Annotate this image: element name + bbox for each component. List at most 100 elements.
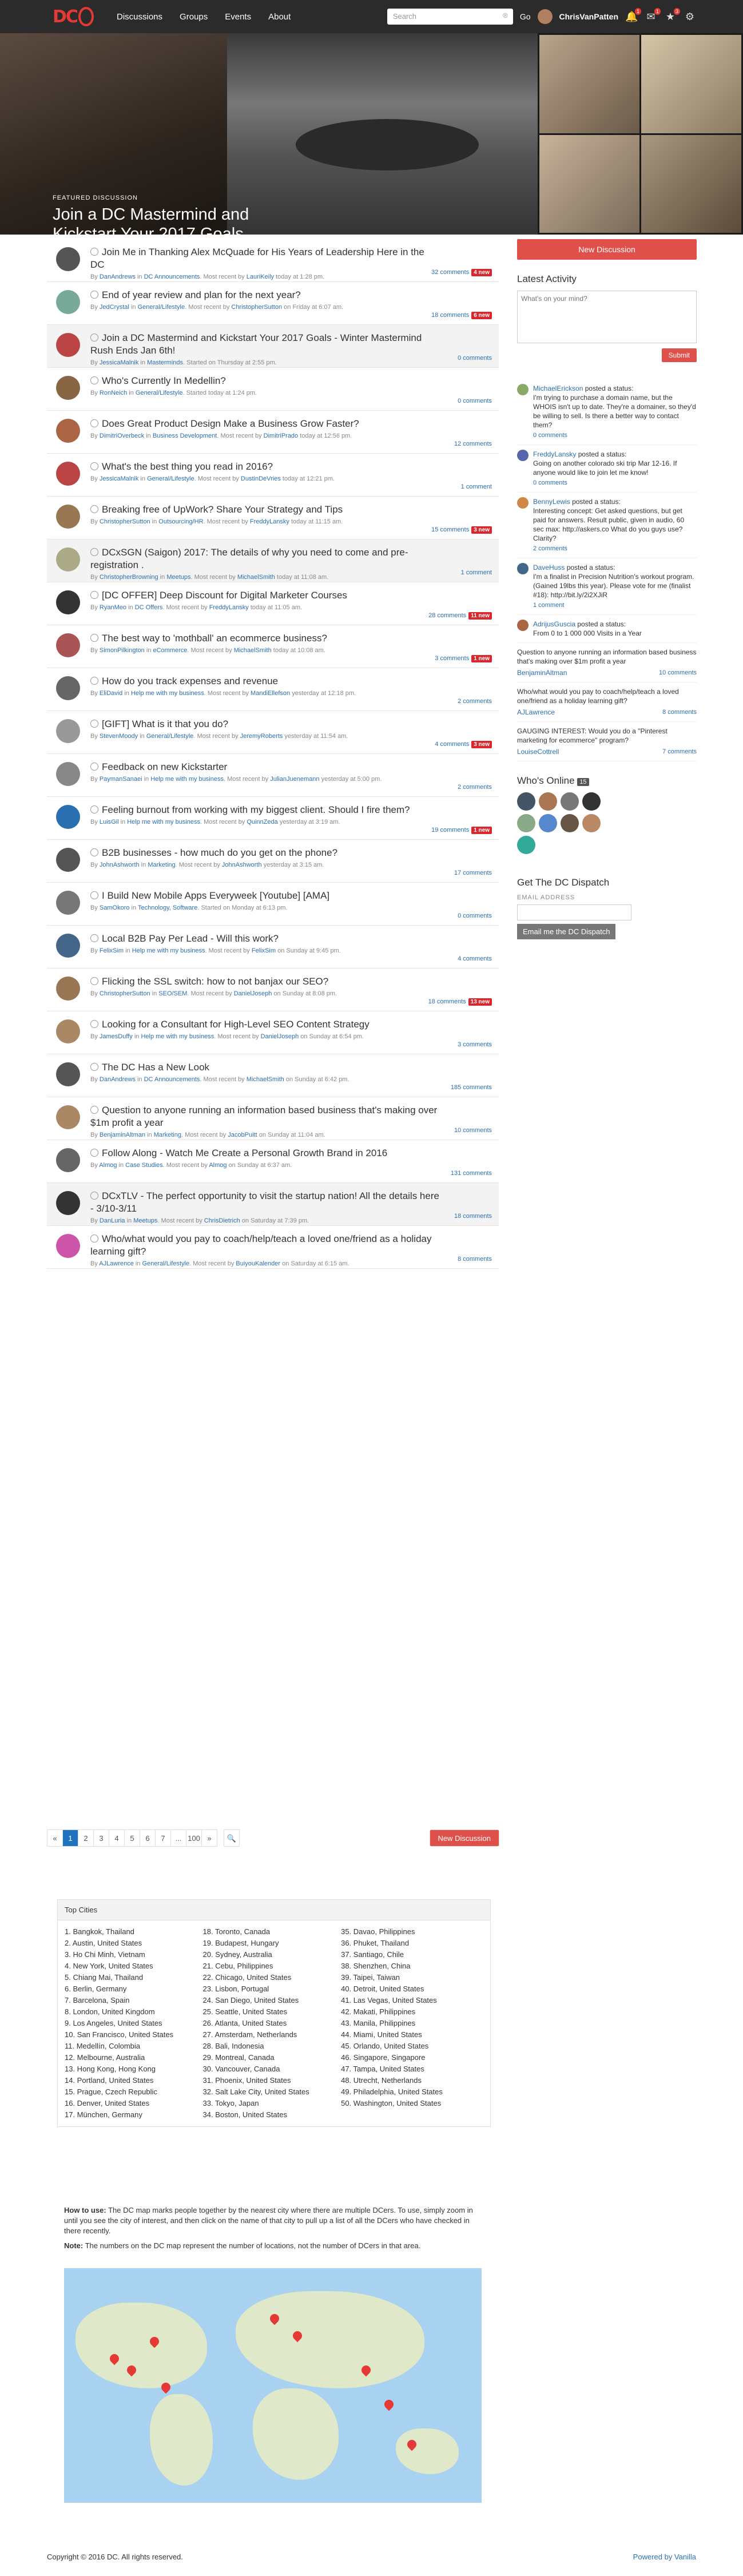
hero-title[interactable]: Join a DC Mastermind and Kickstart Your … <box>53 205 259 244</box>
author-link[interactable]: SimonPilkington <box>100 647 145 654</box>
discussion-title[interactable]: DCxSGN (Saigon) 2017: The details of why… <box>90 546 492 571</box>
city-item[interactable]: 6. Berlin, Germany <box>65 1983 203 1995</box>
discussion-title[interactable]: Who's Currently In Medellin? <box>90 375 492 387</box>
avatar[interactable] <box>56 1148 80 1172</box>
avatar[interactable] <box>56 1105 80 1129</box>
discussion-row[interactable]: End of year review and plan for the next… <box>47 282 499 325</box>
comment-count[interactable]: 0 comments <box>458 912 492 919</box>
avatar[interactable] <box>517 563 529 574</box>
avatar[interactable] <box>517 836 535 854</box>
city-item[interactable]: 27. Amsterdam, Netherlands <box>203 2029 341 2041</box>
search-input[interactable]: Search ⊗ <box>387 9 513 25</box>
city-item[interactable]: 20. Sydney, Australia <box>203 1949 341 1960</box>
city-item[interactable]: 34. Boston, United States <box>203 2109 341 2121</box>
city-item[interactable]: 8. London, United Kingdom <box>65 2006 203 2018</box>
clear-search-icon[interactable]: ⊗ <box>502 11 508 20</box>
avatar[interactable] <box>56 419 80 443</box>
category-link[interactable]: Meetups <box>133 1217 157 1224</box>
recent-link[interactable]: ChrisDietrich <box>204 1217 240 1224</box>
discussion-title[interactable]: Join Me in Thanking Alex McQuade for His… <box>90 246 492 271</box>
city-item[interactable]: 3. Ho Chi Minh, Vietnam <box>65 1949 203 1960</box>
category-link[interactable]: Marketing <box>154 1132 181 1138</box>
discussion-title[interactable]: Flicking the SSL switch: how to not banj… <box>90 975 492 988</box>
avatar[interactable] <box>582 792 601 811</box>
discussion-title[interactable]: How do you track expenses and revenue <box>90 675 492 688</box>
recent-link[interactable]: DanielJoseph <box>234 990 272 997</box>
author-link[interactable]: LuisGil <box>100 819 119 825</box>
city-item[interactable]: 28. Bali, Indonesia <box>203 2041 341 2052</box>
activity-user[interactable]: FreddyLansky <box>533 450 576 458</box>
author-link[interactable]: BenjaminAltman <box>100 1132 145 1138</box>
author-link[interactable]: ChristopherBrowning <box>100 574 158 581</box>
discussion-row[interactable]: Feeling burnout from working with my big… <box>47 797 499 840</box>
new-discussion-button[interactable]: New Discussion <box>517 239 697 260</box>
category-link[interactable]: Case Studies <box>125 1162 162 1169</box>
city-item[interactable]: 30. Vancouver, Canada <box>203 2063 341 2075</box>
city-item[interactable]: 22. Chicago, United States <box>203 1972 341 1983</box>
city-item[interactable]: 37. Santiago, Chile <box>341 1949 479 1960</box>
go-button[interactable]: Go <box>520 12 531 21</box>
avatar[interactable] <box>56 719 80 743</box>
discussion-row[interactable]: Join a DC Mastermind and Kickstart Your … <box>47 325 499 368</box>
city-item[interactable]: 12. Melbourne, Australia <box>65 2052 203 2063</box>
city-item[interactable]: 49. Philadelphia, United States <box>341 2086 479 2098</box>
recent-link[interactable]: JohnAshworth <box>222 862 262 868</box>
recent-link[interactable]: FelixSim <box>252 947 276 954</box>
city-item[interactable]: 14. Portland, United States <box>65 2075 203 2086</box>
discussion-title[interactable]: Follow Along - Watch Me Create a Persona… <box>90 1147 492 1160</box>
page-link[interactable]: « <box>47 1829 63 1847</box>
avatar[interactable] <box>539 792 557 811</box>
question-item[interactable]: GAUGING INTEREST: Would you do a "Pinter… <box>517 722 697 761</box>
recent-link[interactable]: FreddyLansky <box>209 604 249 611</box>
dc-logo[interactable]: DC <box>53 5 94 28</box>
avatar[interactable] <box>56 762 80 786</box>
recent-link[interactable]: MichaelSmith <box>247 1076 284 1083</box>
discussion-row[interactable]: DCxSGN (Saigon) 2017: The details of why… <box>47 539 499 582</box>
comment-count[interactable]: 1 comment <box>461 569 492 576</box>
comment-count[interactable]: 2 comments <box>458 784 492 791</box>
dc-world-map[interactable] <box>64 2268 482 2503</box>
comment-count[interactable]: 4 comments <box>458 955 492 962</box>
discussion-row[interactable]: Looking for a Consultant for High-Level … <box>47 1011 499 1054</box>
author-link[interactable]: JessicaMalnik <box>100 359 138 366</box>
comment-count[interactable]: 18 comments 13 new <box>428 998 492 1006</box>
discussion-row[interactable]: How do you track expenses and revenue By… <box>47 668 499 711</box>
city-item[interactable]: 42. Makati, Philippines <box>341 2006 479 2018</box>
city-item[interactable]: 19. Budapest, Hungary <box>203 1938 341 1949</box>
page-link[interactable]: ... <box>170 1829 186 1847</box>
bell-icon[interactable]: 🔔 1 <box>625 8 641 23</box>
avatar[interactable] <box>56 676 80 700</box>
city-item[interactable]: 16. Denver, United States <box>65 2098 203 2109</box>
city-item[interactable]: 40. Detroit, United States <box>341 1983 479 1995</box>
avatar[interactable] <box>517 814 535 832</box>
discussion-row[interactable]: Local B2B Pay Per Lead - Will this work?… <box>47 926 499 969</box>
avatar[interactable] <box>56 590 80 614</box>
avatar[interactable] <box>561 814 579 832</box>
page-link[interactable]: 6 <box>140 1829 156 1847</box>
city-item[interactable]: 47. Tampa, United States <box>341 2063 479 2075</box>
comment-count[interactable]: 17 comments <box>454 870 492 876</box>
author-link[interactable]: PaymanSanaei <box>100 776 142 783</box>
recent-link[interactable]: MichaelSmith <box>237 574 275 581</box>
avatar[interactable] <box>517 620 529 631</box>
category-link[interactable]: Masterminds <box>147 359 183 366</box>
discussion-title[interactable]: What's the best thing you read in 2016? <box>90 461 492 473</box>
city-item[interactable]: 38. Shenzhen, China <box>341 1960 479 1972</box>
recent-link[interactable]: DimitriPrado <box>264 432 299 439</box>
discussion-row[interactable]: Breaking free of UpWork? Share Your Stra… <box>47 497 499 539</box>
avatar[interactable] <box>56 891 80 915</box>
avatar[interactable] <box>56 805 80 829</box>
discussion-row[interactable]: Question to anyone running an informatio… <box>47 1097 499 1140</box>
avatar[interactable] <box>56 333 80 357</box>
comment-count[interactable]: 185 comments <box>451 1084 492 1091</box>
category-link[interactable]: General/Lifestyle <box>136 390 183 396</box>
avatar[interactable] <box>56 462 80 486</box>
category-link[interactable]: Marketing <box>148 862 175 868</box>
email-dispatch-button[interactable]: Email me the DC Dispatch <box>517 924 616 939</box>
question-item[interactable]: Question to anyone running an informatio… <box>517 643 697 682</box>
avatar[interactable] <box>539 814 557 832</box>
category-link[interactable]: eCommerce <box>153 647 187 654</box>
comment-count[interactable]: 12 comments <box>454 440 492 447</box>
status-input[interactable] <box>517 291 697 343</box>
discussion-title[interactable]: Local B2B Pay Per Lead - Will this work? <box>90 932 492 945</box>
